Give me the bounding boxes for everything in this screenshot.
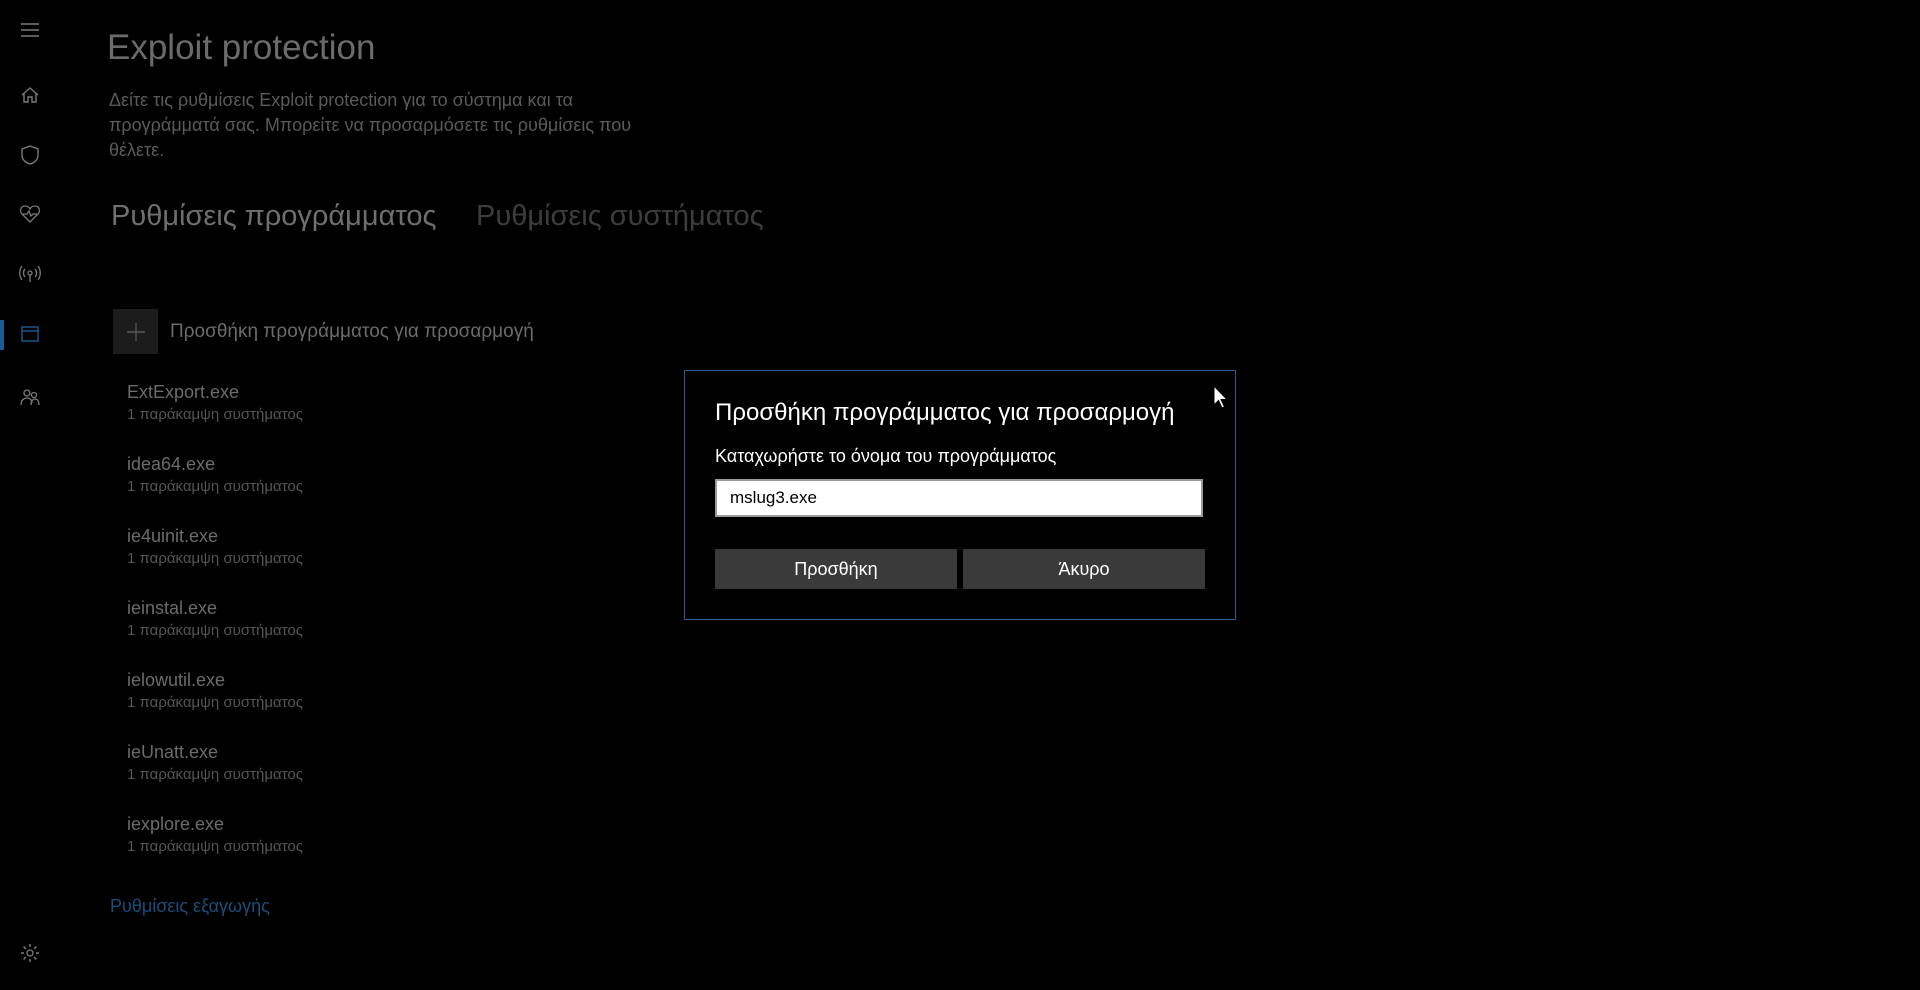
- add-button[interactable]: Προσθήκη: [715, 549, 957, 589]
- list-item[interactable]: ieUnatt.exe 1 παράκαμψη συστήματος: [127, 740, 303, 812]
- menu-icon[interactable]: [16, 16, 44, 44]
- program-override-count: 1 παράκαμψη συστήματος: [127, 478, 303, 495]
- program-override-count: 1 παράκαμψη συστήματος: [127, 550, 303, 567]
- gear-icon[interactable]: [16, 939, 44, 967]
- program-override-count: 1 παράκαμψη συστήματος: [127, 622, 303, 639]
- list-item[interactable]: idea64.exe 1 παράκαμψη συστήματος: [127, 452, 303, 524]
- program-name: idea64.exe: [127, 454, 216, 474]
- active-nav-indicator: [0, 320, 4, 350]
- tab-system-settings[interactable]: Ρυθμίσεις συστήματος: [476, 200, 764, 233]
- tab-program-settings[interactable]: Ρυθμίσεις προγράμματος: [111, 200, 437, 233]
- list-item[interactable]: ielowutil.exe 1 παράκαμψη συστήματος: [127, 668, 303, 740]
- program-name: ieinstal.exe: [127, 598, 218, 618]
- list-item[interactable]: ExtExport.exe 1 παράκαμψη συστήματος: [127, 380, 303, 452]
- family-icon[interactable]: [16, 383, 44, 411]
- program-name: ielowutil.exe: [127, 670, 226, 690]
- program-override-count: 1 παράκαμψη συστήματος: [127, 838, 303, 855]
- antenna-icon[interactable]: [16, 260, 44, 288]
- list-item[interactable]: ie4uinit.exe 1 παράκαμψη συστήματος: [127, 524, 303, 596]
- program-name: ie4uinit.exe: [127, 526, 219, 546]
- dialog-title: Προσθήκη προγράμματος για προσαρμογή: [715, 399, 1175, 426]
- shield-icon[interactable]: [16, 141, 44, 169]
- program-name: ExtExport.exe: [127, 382, 240, 402]
- plus-icon: [113, 309, 158, 354]
- mouse-cursor-icon: [1213, 385, 1229, 409]
- program-name: iexplore.exe: [127, 814, 225, 834]
- program-name: ieUnatt.exe: [127, 742, 219, 762]
- page-description: Δείτε τις ρυθμίσεις Exploit protection γ…: [109, 90, 632, 160]
- add-program-dialog: Προσθήκη προγράμματος για προσαρμογή Κατ…: [684, 370, 1236, 620]
- add-program-button[interactable]: Προσθήκη προγράμματος για προσαρμογή: [113, 309, 534, 354]
- list-item[interactable]: iexplore.exe 1 παράκαμψη συστήματος: [127, 812, 303, 884]
- sidebar: [0, 0, 60, 990]
- program-name-input[interactable]: [715, 479, 1203, 517]
- page-title: Exploit protection: [107, 28, 376, 67]
- app-browser-icon[interactable]: [16, 320, 44, 348]
- export-settings-link[interactable]: Ρυθμίσεις εξαγωγής: [110, 896, 270, 917]
- program-list: ExtExport.exe 1 παράκαμψη συστήματος ide…: [127, 380, 303, 884]
- heart-icon[interactable]: [16, 200, 44, 228]
- list-item[interactable]: ieinstal.exe 1 παράκαμψη συστήματος: [127, 596, 303, 668]
- add-program-label: Προσθήκη προγράμματος για προσαρμογή: [170, 320, 534, 342]
- program-name-label: Καταχωρήστε το όνομα του προγράμματος: [715, 446, 1057, 466]
- program-override-count: 1 παράκαμψη συστήματος: [127, 406, 303, 423]
- home-icon[interactable]: [16, 81, 44, 109]
- program-override-count: 1 παράκαμψη συστήματος: [127, 694, 303, 711]
- cancel-button[interactable]: Άκυρο: [963, 549, 1205, 589]
- program-override-count: 1 παράκαμψη συστήματος: [127, 766, 303, 783]
